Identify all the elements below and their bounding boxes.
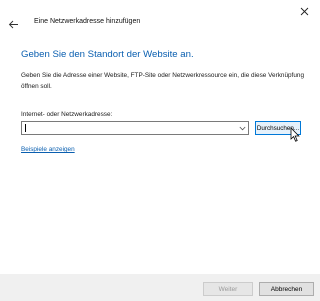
next-button[interactable]: Weiter — [203, 282, 253, 296]
mouse-pointer-icon — [290, 127, 300, 142]
page-heading: Geben Sie den Standort der Website an. — [21, 49, 194, 60]
close-button[interactable] — [290, 1, 318, 21]
text-caret — [25, 124, 26, 132]
cancel-button[interactable]: Abbrechen — [259, 282, 314, 296]
chevron-down-icon — [239, 126, 245, 130]
back-arrow-icon — [8, 20, 18, 28]
address-label: Internet- oder Netzwerkadresse: — [21, 111, 113, 118]
description-text: Geben Sie die Adresse einer Website, FTP… — [21, 72, 304, 90]
add-network-location-wizard: Eine Netzwerkadresse hinzufügen Geben Si… — [0, 0, 320, 301]
address-input[interactable] — [24, 122, 236, 134]
dialog-title: Eine Netzwerkadresse hinzufügen — [34, 18, 141, 25]
dropdown-button[interactable] — [237, 122, 247, 134]
address-combobox[interactable] — [21, 121, 249, 135]
close-icon — [300, 7, 308, 15]
show-examples-link[interactable]: Beispiele anzeigen — [21, 146, 75, 153]
back-button[interactable] — [4, 16, 22, 32]
